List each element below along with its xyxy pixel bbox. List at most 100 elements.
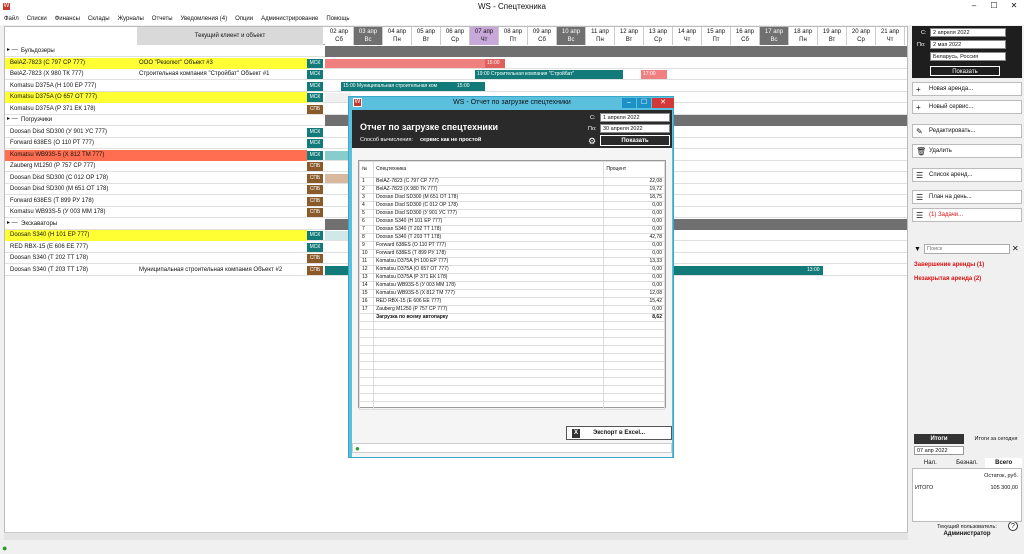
menu-item[interactable]: Списки (27, 13, 47, 25)
new-service-button[interactable]: + Новый сервис... (912, 100, 1022, 114)
date-column-header[interactable]: 02 апр Сб (325, 27, 354, 45)
table-row[interactable]: 15 Komatsu WB93S-5 (Х 812 ТМ 777) 12,08 (358, 289, 665, 298)
date-column-header[interactable]: 19 апр Вт (818, 27, 847, 45)
date-column-header[interactable]: 11 апр Пн (586, 27, 615, 45)
date-column-header[interactable]: 15 апр Пт (702, 27, 731, 45)
table-row[interactable]: 4 Doosan Disd SD300 (С 012 ОР 178) 0,00 (358, 201, 665, 210)
tab-cash[interactable]: Нал. (912, 458, 949, 468)
dialog-close-icon[interactable]: ✕ (652, 98, 674, 108)
report-to-field[interactable]: 30 апреля 2022 (600, 124, 670, 133)
settings-gear-icon[interactable]: ⚙ (588, 136, 596, 147)
menu-item[interactable]: Опции (235, 13, 253, 25)
horizontal-scrollbar[interactable] (4, 532, 908, 540)
period-filter: С: 2 апреля 2022 По: 2 мая 2022 Беларусь… (912, 26, 1022, 78)
show-button[interactable]: Показать (930, 66, 1000, 76)
row-equipment: Komatsu WB93S-5 (Х 812 ТМ 777) (373, 289, 605, 298)
alert-rental-end[interactable]: Завершение аренды (1) (914, 262, 984, 268)
dialog-minimize-icon[interactable]: – (622, 98, 636, 108)
row-equipment: Forward 638ES (О 110 РТ 777) (373, 241, 605, 250)
totals-date-field[interactable]: 07 апр 2022 (914, 446, 964, 455)
day-plan-button[interactable]: ☰ План на день... (912, 190, 1022, 204)
date-column-header[interactable]: 05 апр Вт (412, 27, 441, 45)
group-row[interactable]: ▸ — Бульдозеры (5, 46, 907, 57)
tasks-button[interactable]: ☰ (1) Задачи... (912, 208, 1022, 222)
edit-button[interactable]: ✎ Редактировать... (912, 124, 1022, 138)
service-bar[interactable] (325, 150, 349, 160)
minimize-icon[interactable]: – (964, 0, 984, 13)
date-column-header[interactable]: 06 апр Ср (441, 27, 470, 45)
totals-tab[interactable]: Итоги (914, 434, 964, 444)
report-show-button[interactable]: Показать (600, 135, 670, 146)
menu-item[interactable]: Финансы (55, 13, 80, 25)
table-row[interactable]: 2 BelAZ-7823 (Х 980 ТК 777) 19,72 (358, 185, 665, 194)
date-column-header[interactable]: 12 апр Вт (615, 27, 644, 45)
region-select[interactable]: Беларусь, Россия (930, 52, 1006, 61)
table-row[interactable]: 11 Komatsu D375A (Н 100 ЕР 777) 13,33 (358, 257, 665, 266)
table-row[interactable]: 13 Komatsu D375A (Р 371 ЕК 178) 0,00 (358, 273, 665, 282)
alert-unclosed-rental[interactable]: Незакрытая аренда (2) (914, 276, 981, 282)
table-row[interactable]: 8 Doosan S340 (Т 203 ТТ 178) 42,78 (358, 233, 665, 242)
dialog-maximize-icon[interactable]: ☐ (637, 98, 651, 108)
date-column-header[interactable]: 18 апр Пн (789, 27, 818, 45)
table-row[interactable]: 7 Doosan S340 (Т 202 ТТ 178) 0,00 (358, 225, 665, 234)
date-column-header[interactable]: 08 апр Пт (499, 27, 528, 45)
date-column-header[interactable]: 09 апр Сб (528, 27, 557, 45)
clear-search-icon[interactable]: ✕ (1012, 244, 1019, 253)
tab-total[interactable]: Всего (985, 458, 1023, 468)
row-percent: 19,72 (603, 185, 665, 194)
table-row[interactable]: 1 BelAZ-7823 (С 797 СР 777) 22,08 (358, 177, 665, 186)
menu-item[interactable]: Уведомления (4) (181, 13, 228, 25)
row-percent: 0,00 (603, 249, 665, 258)
table-row[interactable]: 9 Forward 638ES (О 110 РТ 777) 0,00 (358, 241, 665, 250)
rental-bar[interactable] (325, 58, 501, 68)
date-column-header[interactable]: 10 апр Вс (557, 27, 586, 45)
to-date-field[interactable]: 2 мая 2022 (930, 40, 1006, 49)
rental-bar[interactable]: 17:00 (641, 70, 667, 79)
equipment-name: Doosan S340 (Т 203 ТТ 178) (10, 266, 89, 273)
new-rental-button[interactable]: + Новая аренда... (912, 82, 1022, 96)
delete-button[interactable]: 🗑 Удалить (912, 144, 1022, 158)
date-column-header[interactable]: 07 апр Чт (470, 27, 499, 45)
date-column-header[interactable]: 17 апр Вс (760, 27, 789, 45)
service-bar[interactable] (325, 173, 349, 183)
table-row[interactable]: 3 Doosan Disd SD300 (М 651 ОТ 178) 18,75 (358, 193, 665, 202)
export-excel-button[interactable]: X Экспорт в Excel... (566, 426, 672, 440)
report-from-field[interactable]: 1 апреля 2022 (600, 113, 670, 122)
maximize-icon[interactable]: ☐ (984, 0, 1004, 13)
table-row[interactable]: 16 RED RBX-15 (Е 606 ЕЕ 777) 15,42 (358, 297, 665, 306)
rental-bar[interactable]: 13:00 (805, 265, 823, 275)
rental-bar[interactable]: 15:00 (485, 58, 505, 68)
rental-bar[interactable]: 15:00 Муниципальная строительная ком (341, 81, 461, 91)
menu-item[interactable]: Файл (4, 13, 19, 25)
menu-item[interactable]: Отчеты (152, 13, 173, 25)
table-row[interactable]: 5 Doosan Disd SD300 (У 901 УС 777) 0,00 (358, 209, 665, 218)
menu-item[interactable]: Склады (88, 13, 110, 25)
service-bar[interactable] (325, 231, 349, 240)
date-label: 04 апр (387, 29, 407, 35)
rental-bar[interactable]: 19:00 Строительная компания "Стройбат" (475, 70, 623, 79)
date-column-header[interactable]: 20 апр Ср (847, 27, 876, 45)
date-column-header[interactable]: 21 апр Чт (876, 27, 905, 45)
tab-cashless[interactable]: Безнал. (949, 458, 986, 468)
close-icon[interactable]: ✕ (1004, 0, 1024, 13)
menu-item[interactable]: Администрирование (261, 13, 318, 25)
date-column-header[interactable]: 13 апр Ср (644, 27, 673, 45)
table-row[interactable]: 6 Doosan S340 (Н 101 ЕР 777) 0,00 (358, 217, 665, 226)
rental-list-button[interactable]: ☰ Список аренд... (912, 168, 1022, 182)
date-column-header[interactable]: 04 апр Пн (383, 27, 412, 45)
plus-icon: + (916, 103, 921, 112)
menu-item[interactable]: Помощь (326, 13, 349, 25)
search-input[interactable] (924, 244, 1010, 254)
table-row[interactable]: 14 Komatsu WB93S-5 (У 003 ММ 178) 0,00 (358, 281, 665, 290)
dialog-status-bar: ● (352, 443, 672, 453)
rental-bar[interactable]: 15:00 (455, 81, 485, 91)
date-column-header[interactable]: 14 апр Чт (673, 27, 702, 45)
from-date-field[interactable]: 2 апреля 2022 (930, 28, 1006, 37)
menu-item[interactable]: Журналы (118, 13, 144, 25)
table-row[interactable]: 10 Forward 638ES (Т 899 РУ 178) 0,00 (358, 249, 665, 258)
table-row[interactable]: 17 Zauberg M1250 (Р 757 СР 777) 0,00 (358, 305, 665, 314)
date-column-header[interactable]: 03 апр Вс (354, 27, 383, 45)
date-column-header[interactable]: 16 апр Сб (731, 27, 760, 45)
table-row[interactable]: 12 Komatsu D375A (О 657 ОТ 777) 0,00 (358, 265, 665, 274)
equipment-row[interactable]: BelAZ-7823 (Х 980 ТК 777) Строительная ко… (5, 69, 907, 80)
